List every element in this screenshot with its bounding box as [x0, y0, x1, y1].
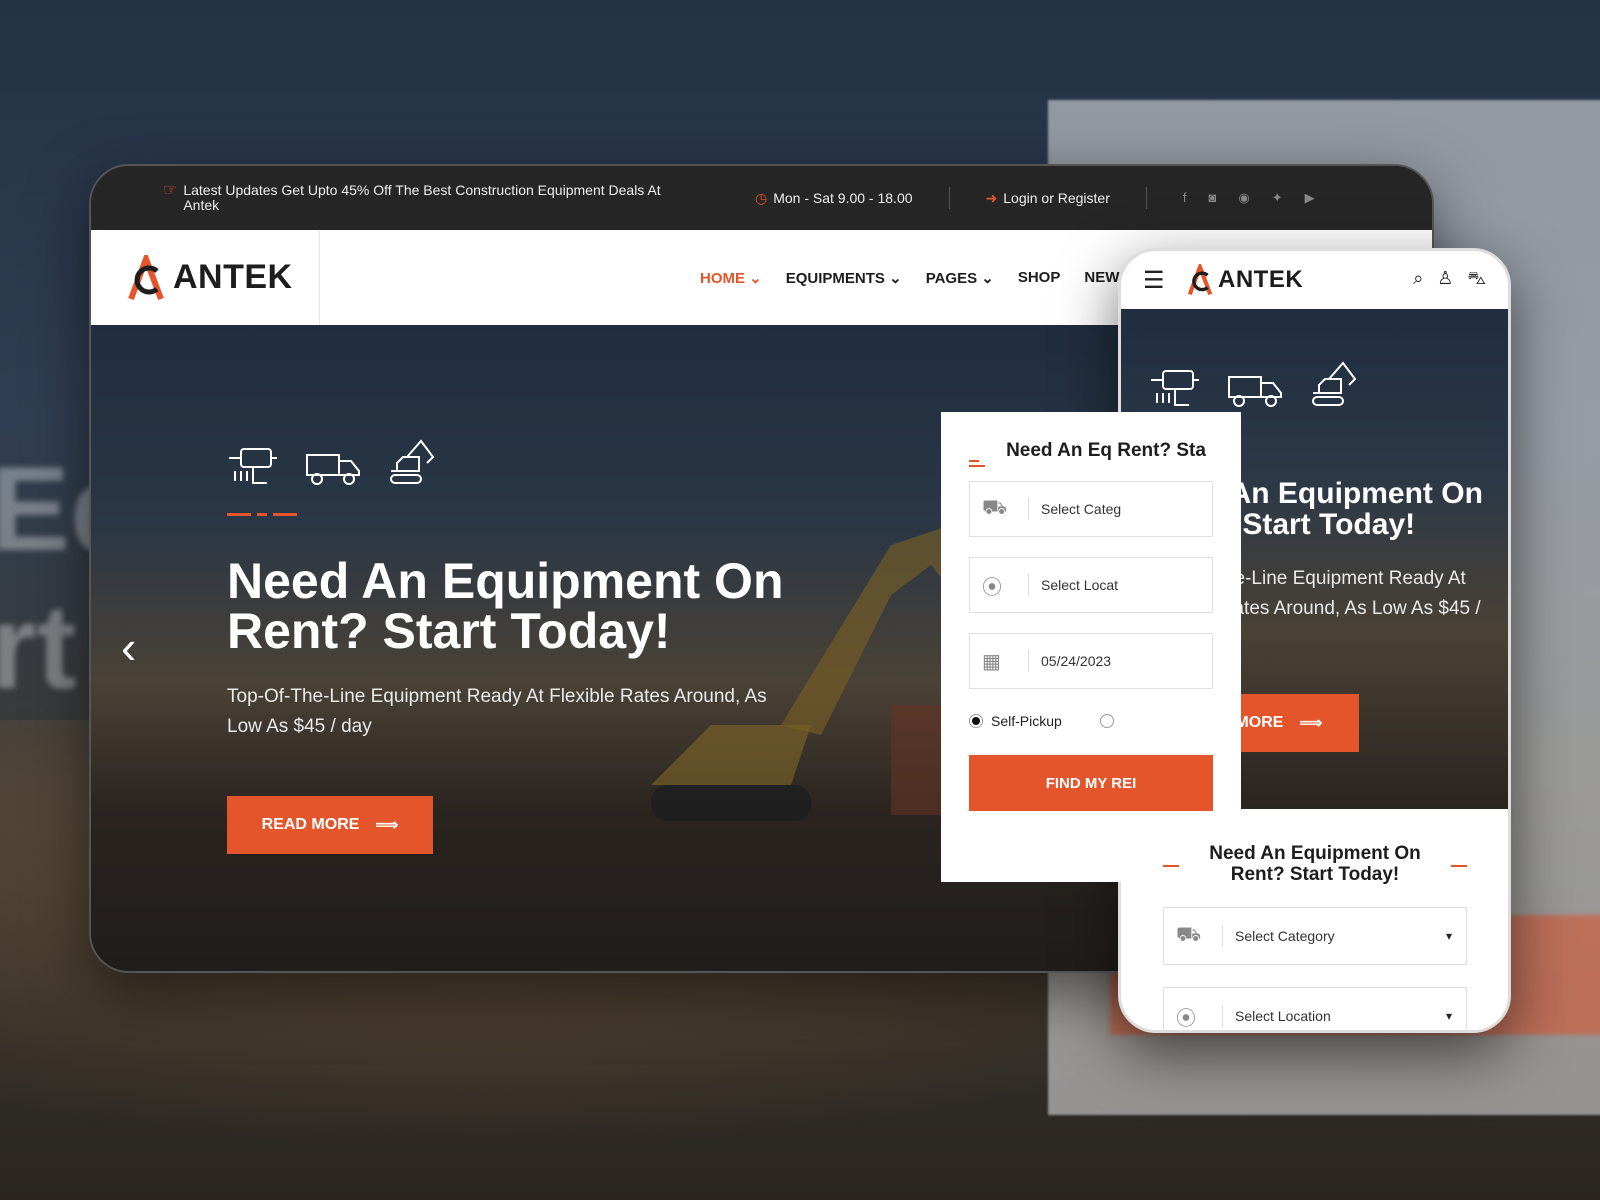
field-divider	[1028, 574, 1029, 596]
location-select[interactable]: ⦿ Select Locat	[969, 557, 1213, 613]
field-divider	[1028, 498, 1029, 520]
chevron-down-icon: ⌄	[889, 269, 902, 287]
clock-icon: ◷	[755, 189, 768, 206]
chevron-down-icon: ▾	[1445, 929, 1452, 943]
field-divider	[1028, 650, 1029, 672]
divider	[948, 187, 950, 209]
hero-title: Need An Equipment On Rent? Start Today!	[227, 553, 784, 659]
brand-name: ANTEK	[173, 258, 293, 296]
hamburger-menu-icon[interactable]: ☰	[1143, 266, 1187, 295]
login-link[interactable]: ➜ Login or Register	[986, 190, 1110, 207]
hero-content: Need An Equipment On Rent? Start Today! …	[227, 435, 797, 854]
divider	[1145, 187, 1147, 209]
date-input[interactable]: ▦ 05/24/2023	[969, 633, 1213, 689]
arrow-right-icon: ⟹	[1299, 715, 1323, 732]
mobile-category-select[interactable]: ⛟ Select Category ▾	[1163, 907, 1467, 965]
twitter-icon[interactable]: ✦	[1272, 190, 1283, 206]
arrow-right-icon: ⟹	[375, 817, 399, 834]
nav-item-equipments[interactable]: EQUIPMENTS ⌄	[786, 269, 902, 287]
find-rental-button[interactable]: FIND MY REI	[969, 755, 1213, 811]
cart-icon[interactable]: ⛍	[1467, 268, 1486, 292]
delivery-radio[interactable]	[1099, 714, 1114, 728]
promo-text: Latest Updates Get Upto 45% Off The Best…	[183, 182, 661, 213]
hero-accent-dashes	[227, 513, 797, 516]
read-more-button[interactable]: READ MORE ⟹	[227, 796, 433, 854]
location-placeholder: Select Locat	[1041, 577, 1119, 593]
nav-item-pages[interactable]: PAGES ⌄	[926, 269, 994, 287]
logo[interactable]: ANTEK	[91, 230, 320, 325]
opening-hours: ◷ Mon - Sat 9.00 - 18.00	[755, 190, 913, 207]
category-label: Select Category	[1235, 928, 1335, 944]
hours-text: Mon - Sat 9.00 - 18.00	[773, 190, 913, 206]
map-pin-icon: ⦿	[1176, 1007, 1196, 1030]
form-accent-dash	[1163, 865, 1179, 870]
excavator-icon	[1312, 361, 1357, 406]
mobile-rental-form: Need An Equipment On Rent? Start Today! …	[1135, 815, 1495, 1030]
sign-in-icon: ➜	[985, 189, 998, 206]
self-pickup-label: Self-Pickup	[991, 713, 1062, 729]
social-links: f ◙ ◉ ✦ ▶	[1183, 190, 1315, 206]
mobile-location-select[interactable]: ⦿ Select Location ▾	[1163, 987, 1467, 1030]
whatsapp-icon[interactable]: ◉	[1238, 190, 1249, 206]
excavator-icon	[390, 439, 435, 484]
rental-form-card: Need An Eq Rent? Sta ⛟ Select Categ ⦿ Se…	[941, 412, 1241, 882]
date-value: 05/24/2023	[1041, 653, 1112, 669]
megaphone-icon: ☞	[163, 182, 178, 199]
mobile-header-icons: ⌕ ♙ ⛍	[1413, 268, 1486, 292]
field-divider	[1222, 925, 1223, 947]
drill-icon	[229, 448, 277, 484]
chevron-down-icon: ⌄	[749, 269, 762, 287]
map-pin-icon: ⦿	[982, 576, 1002, 599]
calendar-icon: ▦	[982, 650, 1001, 673]
mobile-logo[interactable]: ANTEK	[1187, 264, 1303, 296]
promo-banner: ☞ Latest Updates Get Upto 45% Off The Be…	[163, 183, 683, 213]
instagram-icon[interactable]: ◙	[1209, 190, 1217, 206]
mobile-hero-icon-row	[1149, 357, 1489, 409]
mobile-navbar: ☰ ANTEK ⌕ ♙ ⛍	[1121, 251, 1508, 309]
truck-icon: ⛟	[1176, 923, 1202, 946]
location-label: Select Location	[1235, 1008, 1331, 1024]
logo-mark-icon	[1187, 264, 1213, 296]
dump-truck-icon	[1228, 376, 1282, 407]
mobile-brand-name: ANTEK	[1218, 266, 1304, 293]
slider-prev-arrow[interactable]: ‹	[121, 620, 136, 674]
mobile-form-title: Need An Equipment On Rent? Start Today!	[1209, 843, 1421, 885]
dump-truck-icon	[306, 454, 360, 485]
drill-icon	[1151, 370, 1199, 406]
hero-subtitle: Top-Of-The-Line Equipment Ready At Flexi…	[227, 686, 767, 737]
form-title: Need An Eq Rent? Sta	[1006, 440, 1206, 461]
field-divider	[1222, 1005, 1223, 1027]
chevron-down-icon: ▾	[1445, 1009, 1452, 1023]
login-text: Login or Register	[1003, 190, 1110, 206]
self-pickup-radio[interactable]	[969, 714, 983, 728]
chevron-down-icon: ⌄	[981, 269, 994, 287]
form-accent-dash	[1451, 865, 1467, 870]
nav-item-home[interactable]: HOME ⌄	[700, 269, 762, 287]
main-nav: HOME ⌄ EQUIPMENTS ⌄ PAGES ⌄ SHOP NEWS	[700, 269, 1129, 287]
top-bar: ☞ Latest Updates Get Upto 45% Off The Be…	[91, 166, 1432, 230]
read-more-label: READ MORE	[261, 816, 360, 833]
logo-mark-icon	[128, 254, 164, 300]
facebook-icon[interactable]: f	[1183, 190, 1187, 206]
category-select[interactable]: ⛟ Select Categ	[969, 481, 1213, 537]
category-placeholder: Select Categ	[1041, 501, 1122, 517]
truck-icon: ⛟	[982, 496, 1008, 519]
youtube-icon[interactable]: ▶	[1305, 190, 1315, 206]
nav-item-shop[interactable]: SHOP	[1018, 269, 1061, 287]
pickup-radio-group: Self-Pickup	[969, 713, 1213, 729]
hero-icon-row	[227, 435, 797, 487]
form-accent-dash	[969, 460, 985, 467]
search-icon[interactable]: ⌕	[1413, 268, 1423, 292]
user-icon[interactable]: ♙	[1437, 268, 1453, 292]
